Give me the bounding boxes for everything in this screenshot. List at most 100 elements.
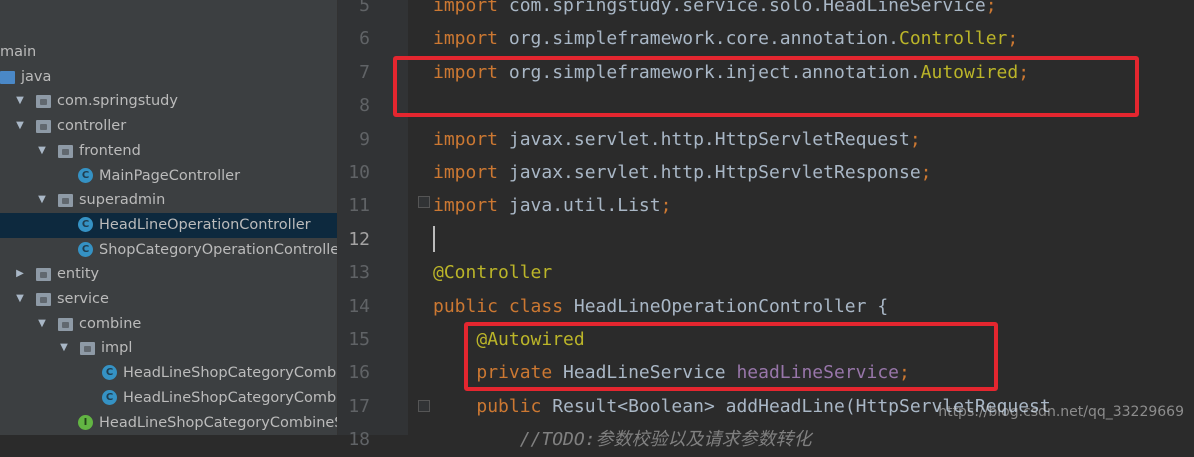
- tree-item-label: service: [57, 291, 109, 307]
- class-icon: C: [78, 216, 93, 232]
- tree-item-label: MainPageController: [99, 167, 241, 184]
- line-number: 13: [348, 262, 370, 284]
- class-icon: C: [78, 167, 93, 183]
- code-line[interactable]: @Controller: [433, 256, 552, 289]
- line-number: 17: [348, 395, 370, 417]
- tree-item[interactable]: C ShopCategoryOperationController: [0, 238, 337, 263]
- package-icon: [36, 95, 51, 109]
- line-number: 5: [359, 0, 370, 16]
- tree-item[interactable]: C HeadLineShopCategoryCombin: [0, 386, 337, 411]
- code-token: import: [433, 162, 499, 183]
- tree-item[interactable]: ▼ superadmin: [0, 188, 337, 213]
- fold-marker-icon[interactable]: [418, 196, 430, 208]
- fold-marker-icon[interactable]: [418, 400, 430, 412]
- code-token: ;: [909, 128, 921, 150]
- class-icon: C: [78, 241, 93, 257]
- line-number: 15: [348, 329, 370, 350]
- expand-arrow-icon[interactable]: ▼: [14, 89, 26, 114]
- tree-item[interactable]: I HeadLineShopCategoryCombineSe: [0, 411, 337, 436]
- tree-item-label: entity: [57, 266, 100, 283]
- line-number: 16: [348, 362, 370, 384]
- class-icon: C: [102, 365, 117, 381]
- line-number: 8: [359, 95, 370, 117]
- line-number: 7: [359, 61, 370, 83]
- code-line[interactable]: import org.simpleframework.core.annotati…: [433, 22, 1018, 55]
- line-number: 12: [348, 228, 370, 250]
- tree-item-label: ShopCategoryOperationController: [99, 241, 338, 258]
- line-number: 11: [348, 195, 370, 217]
- code-line[interactable]: import java.util.List;: [433, 189, 671, 222]
- expand-arrow-icon[interactable]: ▼: [58, 336, 70, 361]
- code-token: javax.servlet.http.HttpServletRequest: [498, 128, 910, 150]
- package-icon: [36, 120, 51, 134]
- line-number: 14: [348, 295, 370, 317]
- code-line[interactable]: public class HeadLineOperationController…: [433, 290, 888, 323]
- tree-item[interactable]: C MainPageController: [0, 164, 337, 189]
- code-line[interactable]: import com.springstudy.service.solo.Head…: [433, 0, 997, 22]
- tree-item[interactable]: ▼ controller: [0, 114, 337, 139]
- tree-item-label: com.springstudy: [57, 93, 178, 110]
- tree-item[interactable]: ▼ service: [0, 287, 337, 312]
- tree-item-label: HeadLineOperationController: [99, 216, 311, 233]
- tree-item[interactable]: ▼ frontend: [0, 139, 337, 164]
- collapse-arrow-icon[interactable]: ▶: [14, 262, 26, 287]
- tree-item-label: HeadLineShopCategoryCombineSe: [99, 414, 338, 431]
- tree-item-label: HeadLineShopCategoryCombin: [123, 389, 338, 406]
- expand-arrow-icon[interactable]: ▼: [14, 287, 26, 312]
- tree-item-label: combine: [79, 315, 142, 332]
- code-token: Controller: [899, 28, 1008, 50]
- expand-arrow-icon[interactable]: ▼: [36, 188, 48, 213]
- expand-arrow-icon[interactable]: ▼: [14, 114, 26, 139]
- code-token: public class: [433, 295, 564, 317]
- code-token: com.springstudy.service.solo.HeadLineSer…: [498, 0, 986, 16]
- watermark: https://blog.csdn.net/qq_33229669: [938, 404, 1184, 420]
- line-number: 10: [348, 162, 370, 183]
- tree-item[interactable]: java: [0, 65, 337, 90]
- tree-item-label: impl: [101, 340, 133, 357]
- line-number: 6: [359, 28, 370, 50]
- code-token: HeadLineOperationController {: [563, 295, 889, 317]
- code-line[interactable]: import javax.servlet.http.HttpServletReq…: [433, 123, 921, 156]
- code-token: //TODO:参数校验以及请求参数转化: [519, 429, 812, 451]
- code-token: ;: [985, 0, 997, 16]
- code-token: ;: [920, 162, 932, 183]
- expand-arrow-icon[interactable]: ▼: [36, 139, 48, 164]
- code-token: ;: [660, 195, 672, 217]
- package-icon: [58, 144, 73, 158]
- expand-arrow-icon[interactable]: ▼: [36, 312, 48, 337]
- package-icon: [80, 342, 95, 356]
- tree-item[interactable]: ▼ com.springstudy: [0, 89, 337, 114]
- highlight-box-autowired-field: [464, 322, 998, 391]
- tree-item[interactable]: C HeadLineShopCategoryCombin: [0, 361, 337, 386]
- tree-item-label: controller: [57, 118, 127, 135]
- code-token: javax.servlet.http.HttpServletResponse: [498, 162, 921, 183]
- tree-item[interactable]: ▶ entity: [0, 262, 337, 287]
- tree-item[interactable]: main: [0, 40, 337, 65]
- code-token: import: [433, 28, 499, 50]
- code-token: java.util.List: [498, 195, 661, 217]
- highlight-box-autowired-import: [393, 56, 1139, 117]
- source-folder-icon: [0, 70, 15, 84]
- package-icon: [36, 268, 51, 282]
- tree-item-label: java: [21, 68, 52, 85]
- line-number: 9: [359, 128, 370, 150]
- package-icon: [58, 317, 73, 331]
- tree-item[interactable]: C HeadLineOperationController: [0, 212, 337, 238]
- project-tree-panel[interactable]: main java ▼ com.springstudy ▼ controller ▼ fron…: [0, 0, 338, 435]
- tree-item-label: HeadLineShopCategoryCombin: [123, 365, 338, 382]
- tree-item-label: frontend: [79, 142, 141, 159]
- code-line[interactable]: import javax.servlet.http.HttpServletRes…: [433, 156, 932, 189]
- code-token: @Controller: [433, 262, 553, 284]
- tree-item[interactable]: ▼ combine: [0, 312, 337, 337]
- class-icon: C: [102, 389, 117, 405]
- tree-item-label: superadmin: [79, 192, 166, 209]
- line-number: 18: [348, 429, 370, 451]
- tree-item[interactable]: ▼ impl: [0, 336, 337, 361]
- text-cursor: [433, 226, 435, 252]
- interface-icon: I: [78, 414, 93, 430]
- code-line[interactable]: //TODO:参数校验以及请求参数转化: [433, 423, 812, 456]
- package-icon: [36, 293, 51, 306]
- package-icon: [58, 194, 73, 208]
